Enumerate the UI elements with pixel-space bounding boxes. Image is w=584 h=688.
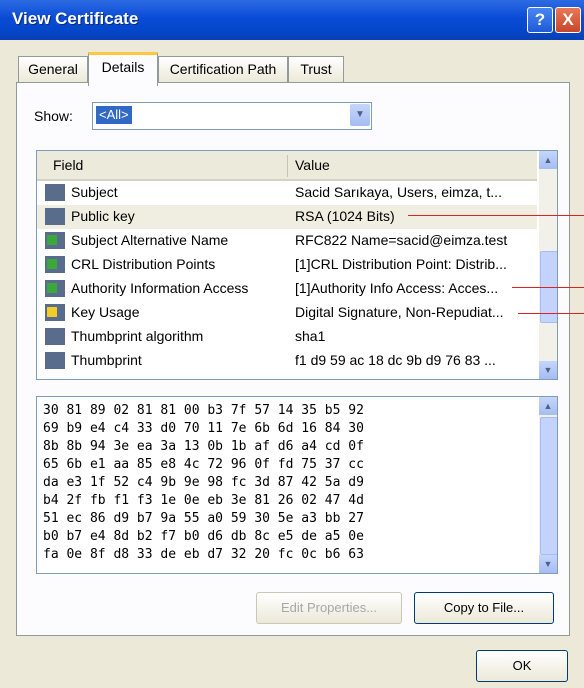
hex-line: 65 6b e1 aa 85 e8 4c 72 96 0f fd 75 37 c… [43, 457, 364, 472]
hex-line: 51 ec 86 d9 b7 9a 55 a0 59 30 5e a3 bb 2… [43, 511, 364, 526]
chevron-up-icon[interactable]: ▲ [539, 151, 557, 169]
certificate-field-icon [45, 208, 65, 225]
close-button[interactable]: X [555, 7, 581, 33]
field-name: Thumbprint algorithm [71, 328, 204, 344]
column-header-field[interactable]: Field [53, 157, 83, 173]
show-dropdown[interactable]: <All> ▼ [92, 102, 372, 130]
field-name: Subject Alternative Name [71, 232, 229, 248]
chevron-down-icon[interactable]: ▼ [350, 104, 370, 126]
column-divider[interactable] [287, 155, 288, 177]
hex-line: b0 b7 e4 8d b2 f7 b0 d6 db 8c e5 de a5 0… [43, 529, 364, 544]
hex-line: fa 0e 8f d8 33 de eb d7 32 20 fc 0c b6 6… [43, 547, 364, 562]
annotation-line [518, 313, 584, 314]
tab-details[interactable]: Details [88, 52, 158, 86]
list-item[interactable]: Subject Alternative Name RFC822 Name=sac… [37, 229, 537, 253]
field-name: Key Usage [71, 304, 140, 320]
property-icon [45, 328, 65, 345]
chevron-down-icon[interactable]: ▼ [539, 555, 557, 573]
list-item[interactable]: CRL Distribution Points [1]CRL Distribut… [37, 253, 537, 277]
help-button[interactable]: ? [527, 7, 553, 33]
critical-extension-icon [45, 304, 65, 321]
annotation-line [512, 287, 584, 288]
column-header-value[interactable]: Value [295, 157, 330, 173]
hex-line: 8b 8b 94 3e ea 3a 13 0b 1b af d6 a4 cd 0… [43, 439, 364, 454]
field-value: [1]CRL Distribution Point: Distrib... [295, 256, 507, 272]
field-name: Public key [71, 208, 135, 224]
chevron-down-icon[interactable]: ▼ [539, 361, 557, 379]
hex-line: b4 2f fb f1 f3 1e 0e eb 3e 81 26 02 47 4… [43, 493, 364, 508]
field-value: RSA (1024 Bits) [295, 208, 395, 224]
extension-icon [45, 280, 65, 297]
edit-properties-button[interactable]: Edit Properties... [256, 592, 402, 624]
field-value: RFC822 Name=sacid@eimza.test [295, 232, 508, 248]
show-label: Show: [34, 108, 73, 124]
field-name: CRL Distribution Points [71, 256, 216, 272]
list-item[interactable]: Thumbprint algorithm sha1 [37, 325, 537, 349]
hex-line: 69 b9 e4 c4 33 d0 70 11 7e 6b 6d 16 84 3… [43, 421, 364, 436]
annotation-line [408, 215, 584, 216]
tab-general[interactable]: General [18, 56, 88, 82]
field-value: Sacid Sarıkaya, Users, eimza, t... [295, 184, 502, 200]
ok-button[interactable]: OK [476, 650, 568, 682]
field-value: [1]Authority Info Access: Acces... [295, 280, 499, 296]
hex-line: 30 81 89 02 81 81 00 b3 7f 57 14 35 b5 9… [43, 403, 364, 418]
hex-value-box[interactable]: 30 81 89 02 81 81 00 b3 7f 57 14 35 b5 9… [36, 396, 558, 574]
list-item[interactable]: Subject Sacid Sarıkaya, Users, eimza, t.… [37, 181, 537, 205]
tab-trust[interactable]: Trust [288, 56, 344, 82]
list-item[interactable]: Authority Information Access [1]Authorit… [37, 277, 537, 301]
tab-certification-path[interactable]: Certification Path [158, 56, 288, 82]
list-item[interactable]: Key Usage Digital Signature, Non-Repudia… [37, 301, 537, 325]
window-title: View Certificate [12, 9, 139, 28]
field-value: Digital Signature, Non-Repudiat... [295, 304, 504, 320]
show-dropdown-value: <All> [96, 106, 132, 124]
chevron-up-icon[interactable]: ▲ [539, 397, 557, 415]
list-item[interactable]: Public key RSA (1024 Bits) [37, 205, 537, 229]
title-bar[interactable]: View Certificate ? X [0, 0, 584, 40]
field-value: sha1 [295, 328, 326, 344]
field-value: f1 d9 59 ac 18 dc 9b d9 76 83 ... [295, 352, 496, 368]
extension-icon [45, 232, 65, 249]
copy-to-file-button[interactable]: Copy to File... [414, 592, 554, 624]
field-list[interactable]: Field Value Subject Sacid Sarıkaya, User… [36, 150, 558, 380]
view-certificate-dialog: View Certificate ? X General Details Cer… [0, 0, 584, 688]
scrollbar-thumb[interactable] [540, 417, 557, 555]
certificate-field-icon [45, 184, 65, 201]
list-header: Field Value [37, 151, 537, 181]
field-name: Thumbprint [71, 352, 142, 368]
field-name: Subject [71, 184, 118, 200]
field-name: Authority Information Access [71, 280, 249, 296]
field-list-scrollbar[interactable]: ▲ ▼ [539, 151, 557, 379]
hex-box-scrollbar[interactable]: ▲ ▼ [539, 397, 557, 573]
property-icon [45, 352, 65, 369]
extension-icon [45, 256, 65, 273]
hex-line: da e3 1f 52 c4 9b 9e 98 fc 3d 87 42 5a d… [43, 475, 364, 490]
list-item[interactable]: Thumbprint f1 d9 59 ac 18 dc 9b d9 76 83… [37, 349, 537, 373]
